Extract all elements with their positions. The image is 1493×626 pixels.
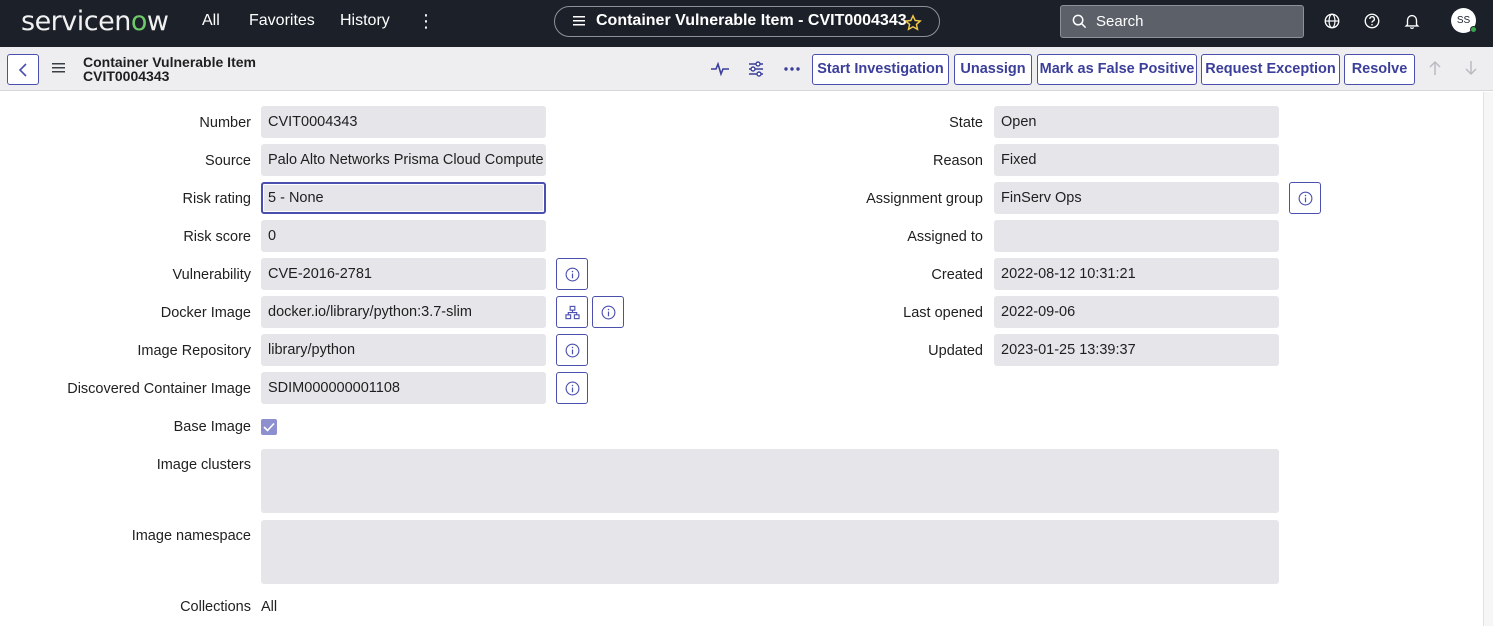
created-label: Created <box>931 267 983 283</box>
info-icon <box>601 305 616 320</box>
collections-value: All <box>261 599 278 615</box>
state-field[interactable]: Open <box>994 106 1279 138</box>
info-icon <box>565 343 580 358</box>
arrow-down-icon[interactable] <box>1464 60 1478 76</box>
reason-field[interactable]: Fixed <box>994 144 1279 176</box>
favorite-star-icon[interactable] <box>904 14 922 32</box>
assigned-to-label: Assigned to <box>907 229 983 245</box>
assigned-to-field[interactable] <box>994 220 1279 252</box>
hierarchy-icon <box>565 305 580 320</box>
nav-all[interactable]: All <box>202 12 220 30</box>
unassign-button[interactable]: Unassign <box>954 54 1032 85</box>
list-icon <box>573 16 585 26</box>
updated-label: Updated <box>928 343 983 359</box>
assignment-group-field[interactable]: FinServ Ops <box>994 182 1279 214</box>
form-context-menu-icon[interactable] <box>52 62 65 74</box>
number-field[interactable]: CVIT0004343 <box>261 106 546 138</box>
docker-image-hierarchy-button[interactable] <box>556 296 588 328</box>
base-image-checkbox[interactable] <box>261 419 277 435</box>
activity-pulse-icon[interactable] <box>709 59 731 79</box>
updated-field[interactable]: 2023-01-25 13:39:37 <box>994 334 1279 366</box>
vulnerability-field[interactable]: CVE-2016-2781 <box>261 258 546 290</box>
settings-sliders-icon[interactable] <box>745 59 767 79</box>
image-namespace-field[interactable] <box>261 520 1279 584</box>
more-menu-icon[interactable]: ⋮ <box>417 11 435 32</box>
source-label: Source <box>205 153 251 169</box>
created-field[interactable]: 2022-08-12 10:31:21 <box>994 258 1279 290</box>
nav-history[interactable]: History <box>340 12 390 30</box>
assignment-group-info-button[interactable] <box>1289 182 1321 214</box>
number-label: Number <box>199 115 251 131</box>
search-placeholder: Search <box>1096 13 1144 30</box>
form-scrollbar[interactable] <box>1483 92 1493 626</box>
state-label: State <box>949 115 983 131</box>
reason-label: Reason <box>933 153 983 169</box>
risk-score-label: Risk score <box>183 229 251 245</box>
docker-image-field[interactable]: docker.io/library/python:3.7-slim <box>261 296 546 328</box>
global-search-input[interactable]: Search <box>1060 5 1304 38</box>
record-title-pill[interactable]: Container Vulnerable Item - CVIT0004343 <box>554 6 940 37</box>
logo-accent-letter: o <box>130 6 148 37</box>
back-button[interactable] <box>7 54 39 85</box>
online-status-dot <box>1470 26 1477 33</box>
user-avatar[interactable]: SS <box>1451 8 1477 33</box>
chevron-left-icon <box>18 63 27 77</box>
record-title: Container Vulnerable Item - CVIT0004343 <box>596 12 907 29</box>
assignment-group-label: Assignment group <box>866 191 983 207</box>
search-icon <box>1072 14 1087 29</box>
image-repository-info-button[interactable] <box>556 334 588 366</box>
info-icon <box>565 267 580 282</box>
source-field[interactable]: Palo Alto Networks Prisma Cloud Compute <box>261 144 546 176</box>
avatar-initials: SS <box>1456 15 1471 26</box>
vulnerability-info-button[interactable] <box>556 258 588 290</box>
vulnerability-label: Vulnerability <box>172 267 251 283</box>
servicenow-logo[interactable]: servicenow <box>21 6 169 37</box>
last-opened-label: Last opened <box>903 305 983 321</box>
image-repository-field[interactable]: library/python <box>261 334 546 366</box>
checkmark-icon <box>263 422 275 432</box>
last-opened-field[interactable]: 2022-09-06 <box>994 296 1279 328</box>
request-exception-button[interactable]: Request Exception <box>1201 54 1340 85</box>
form-title-line2: CVIT0004343 <box>83 68 170 84</box>
risk-rating-label: Risk rating <box>182 191 252 207</box>
globe-icon[interactable] <box>1323 12 1341 30</box>
top-navigation-bar: servicenow All Favorites History ⋮ Conta… <box>0 0 1493 47</box>
risk-rating-field[interactable]: 5 - None <box>261 182 546 214</box>
more-options-icon[interactable] <box>781 59 803 79</box>
mark-false-positive-button[interactable]: Mark as False Positive <box>1037 54 1197 85</box>
image-repository-label: Image Repository <box>137 343 251 359</box>
docker-image-info-button[interactable] <box>592 296 624 328</box>
image-namespace-label: Image namespace <box>131 528 251 544</box>
info-icon <box>1298 191 1313 206</box>
image-clusters-field[interactable] <box>261 449 1279 513</box>
discovered-container-image-label: Discovered Container Image <box>67 381 251 397</box>
resolve-button[interactable]: Resolve <box>1344 54 1415 85</box>
notifications-bell-icon[interactable] <box>1403 12 1421 30</box>
arrow-up-icon[interactable] <box>1428 60 1442 76</box>
form-header-bar: Container Vulnerable Item CVIT0004343 St… <box>0 47 1493 91</box>
image-clusters-label: Image clusters <box>156 457 251 473</box>
form-title-line1: Container Vulnerable Item <box>83 54 256 70</box>
form-title: Container Vulnerable Item CVIT0004343 <box>83 55 256 83</box>
discovered-container-image-info-button[interactable] <box>556 372 588 404</box>
discovered-container-image-field[interactable]: SDIM000000001108 <box>261 372 546 404</box>
record-form: Number CVIT0004343 Source Palo Alto Netw… <box>0 92 1483 626</box>
info-icon <box>565 381 580 396</box>
collections-label: Collections <box>180 599 251 615</box>
nav-favorites[interactable]: Favorites <box>249 12 315 30</box>
base-image-label: Base Image <box>173 419 251 435</box>
start-investigation-button[interactable]: Start Investigation <box>812 54 949 85</box>
docker-image-label: Docker Image <box>160 305 251 321</box>
help-icon[interactable] <box>1363 12 1381 30</box>
risk-score-field[interactable]: 0 <box>261 220 546 252</box>
